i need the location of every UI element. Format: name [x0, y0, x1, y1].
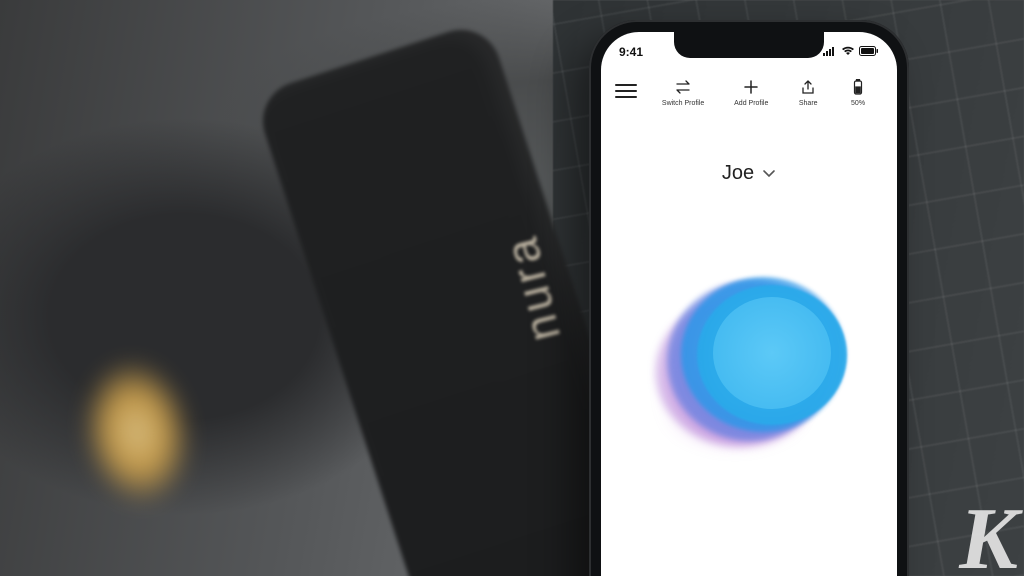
phone-notch	[674, 32, 824, 58]
phone-frame: 9:41	[589, 20, 909, 576]
hearing-profile-visual	[601, 232, 897, 492]
battery-icon	[859, 45, 879, 59]
headphone-logo-glow	[70, 349, 204, 516]
watermark-letter: K	[959, 489, 1018, 576]
app-toolbar: Switch Profile Add Profile Share	[601, 78, 897, 107]
battery-level-icon	[848, 78, 868, 96]
toolbar-items: Switch Profile Add Profile Share	[647, 78, 883, 107]
profile-blob	[649, 267, 849, 457]
profile-selector[interactable]: Joe	[601, 162, 897, 185]
menu-button[interactable]	[615, 84, 637, 98]
share-label: Share	[799, 100, 818, 107]
share-icon	[798, 78, 818, 96]
chevron-down-icon	[762, 162, 776, 185]
scene-background: nura K 9:41	[0, 0, 1024, 576]
status-time: 9:41	[619, 45, 643, 59]
battery-level-label: 50%	[851, 100, 865, 107]
signal-icon	[823, 45, 837, 59]
switch-profile-button[interactable]: Switch Profile	[662, 78, 704, 107]
plus-icon	[741, 78, 761, 96]
profile-name: Joe	[722, 162, 754, 185]
switch-profile-label: Switch Profile	[662, 100, 704, 107]
status-indicators	[823, 45, 879, 59]
switch-icon	[673, 78, 693, 96]
share-button[interactable]: Share	[798, 78, 818, 107]
phone-screen: 9:41	[601, 32, 897, 576]
battery-status[interactable]: 50%	[848, 78, 868, 107]
add-profile-label: Add Profile	[734, 100, 768, 107]
add-profile-button[interactable]: Add Profile	[734, 78, 768, 107]
wifi-icon	[841, 45, 855, 59]
